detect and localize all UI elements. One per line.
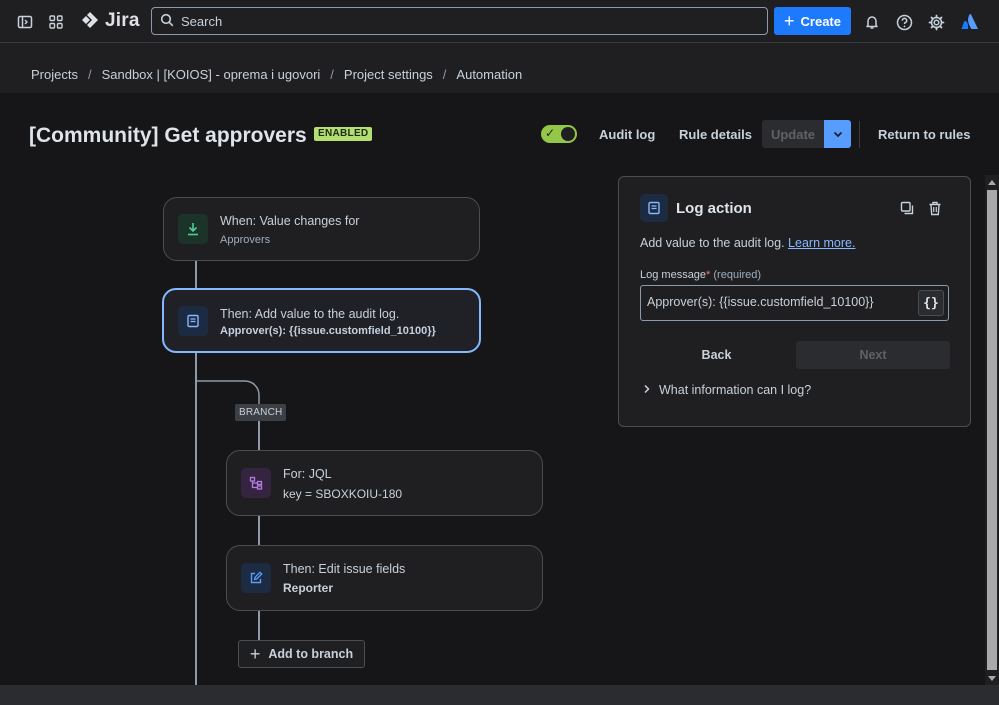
update-button[interactable]: Update — [762, 120, 824, 148]
required-text: (required) — [713, 269, 762, 281]
action-title: Then: Add value to the audit log. — [220, 307, 400, 321]
log-action-panel: Log action Add value to the audit log. L… — [618, 176, 971, 427]
branch-for-title: For: JQL — [283, 467, 332, 481]
trigger-icon — [178, 214, 208, 244]
log-message-input[interactable] — [647, 295, 912, 309]
plus-icon: + — [784, 11, 795, 31]
branch-label: BRANCH — [235, 404, 287, 421]
scroll-down-arrow-icon[interactable] — [988, 676, 996, 681]
flow-connector — [258, 610, 260, 641]
breadcrumb-project-settings[interactable]: Project settings — [344, 67, 433, 82]
trigger-node[interactable]: When: Value changes for Approvers — [163, 197, 480, 261]
log-message-label: Log message* (required) — [640, 269, 761, 281]
search-input[interactable] — [181, 13, 741, 29]
log-icon — [640, 194, 668, 222]
jira-logo[interactable]: Jira — [80, 9, 140, 33]
vertical-scrollbar[interactable] — [985, 176, 999, 685]
log-info-expander-label: What information can I log? — [659, 383, 812, 397]
breadcrumb-separator: / — [87, 67, 92, 82]
scroll-up-arrow-icon[interactable] — [988, 180, 996, 185]
log-action-node[interactable]: Then: Add value to the audit log. Approv… — [162, 288, 481, 353]
branch-for-subtitle: key = SBOXKOIU-180 — [283, 487, 403, 501]
jira-logo-icon — [80, 10, 100, 33]
page-title: [Community] Get approvers — [29, 124, 307, 147]
log-info-expander[interactable]: What information can I log? — [643, 383, 811, 397]
edit-issue-node[interactable]: Then: Edit issue fields Reporter — [226, 545, 543, 611]
back-button[interactable]: Back — [640, 341, 793, 369]
search-icon — [160, 13, 174, 30]
log-message-label-text: Log message — [640, 269, 707, 281]
branch-icon — [241, 468, 271, 498]
log-icon — [178, 306, 208, 336]
top-navigation: Jira + Create — [0, 0, 999, 43]
settings-gear-icon[interactable] — [925, 11, 947, 33]
required-star: * — [706, 269, 711, 281]
trigger-title: When: Value changes for — [220, 214, 360, 228]
panel-title: Log action — [676, 200, 752, 217]
smart-values-button[interactable]: {} — [918, 290, 944, 316]
trigger-subtitle: Approvers — [220, 234, 271, 246]
chevron-down-icon — [833, 127, 843, 142]
flow-connector — [258, 516, 260, 546]
plus-icon: + — [249, 644, 261, 664]
rule-enabled-toggle[interactable]: ✓ — [541, 125, 577, 143]
add-to-branch-button[interactable]: + Add to branch — [238, 640, 365, 668]
app-name: Jira — [105, 10, 140, 31]
chevron-right-icon — [643, 383, 651, 397]
audit-log-button[interactable]: Audit log — [599, 127, 655, 142]
add-to-branch-label: Add to branch — [268, 647, 354, 661]
create-label: Create — [800, 13, 841, 29]
flow-connector — [258, 421, 260, 451]
next-button[interactable]: Next — [796, 341, 950, 369]
panel-description-text: Add value to the audit log. — [640, 236, 785, 250]
learn-more-link[interactable]: Learn more. — [788, 236, 855, 250]
duplicate-icon[interactable] — [898, 199, 916, 217]
check-icon: ✓ — [545, 126, 556, 140]
notifications-bell-icon[interactable] — [861, 11, 883, 33]
rule-details-button[interactable]: Rule details — [679, 127, 752, 142]
panel-description: Add value to the audit log. Learn more. — [640, 236, 855, 250]
trash-icon[interactable] — [926, 199, 944, 217]
branch-for-node[interactable]: For: JQL key = SBOXKOIU-180 — [226, 450, 543, 516]
breadcrumb-project[interactable]: Sandbox | [KOIOS] - oprema i ugovori — [102, 67, 321, 82]
edit-icon — [241, 563, 271, 593]
bottom-bar — [0, 685, 999, 705]
header-divider — [859, 121, 860, 148]
sidebar-toggle-icon[interactable] — [14, 11, 36, 33]
help-icon[interactable] — [893, 11, 915, 33]
scrollbar-thumb[interactable] — [987, 190, 997, 670]
atlassian-logo-icon[interactable] — [959, 11, 981, 33]
edit-issue-title: Then: Edit issue fields — [283, 562, 406, 576]
breadcrumb: Projects / Sandbox | [KOIOS] - oprema i … — [31, 67, 522, 82]
edit-issue-subtitle: Reporter — [283, 581, 334, 595]
breadcrumb-separator: / — [442, 67, 447, 82]
return-to-rules-button[interactable]: Return to rules — [878, 127, 970, 142]
flow-connector — [195, 260, 197, 290]
status-badge: ENABLED — [314, 127, 373, 141]
create-button[interactable]: + Create — [774, 7, 851, 35]
breadcrumb-separator: / — [330, 67, 334, 82]
update-dropdown-button[interactable] — [824, 120, 851, 148]
action-subtitle: Approver(s): {{issue.customfield_10100}} — [220, 325, 436, 337]
app-switcher-icon[interactable] — [45, 11, 67, 33]
breadcrumb-projects[interactable]: Projects — [31, 67, 78, 82]
toggle-knob — [561, 127, 575, 141]
breadcrumb-automation[interactable]: Automation — [456, 67, 522, 82]
search-box[interactable] — [151, 7, 768, 35]
log-message-field[interactable]: {} — [640, 285, 949, 321]
